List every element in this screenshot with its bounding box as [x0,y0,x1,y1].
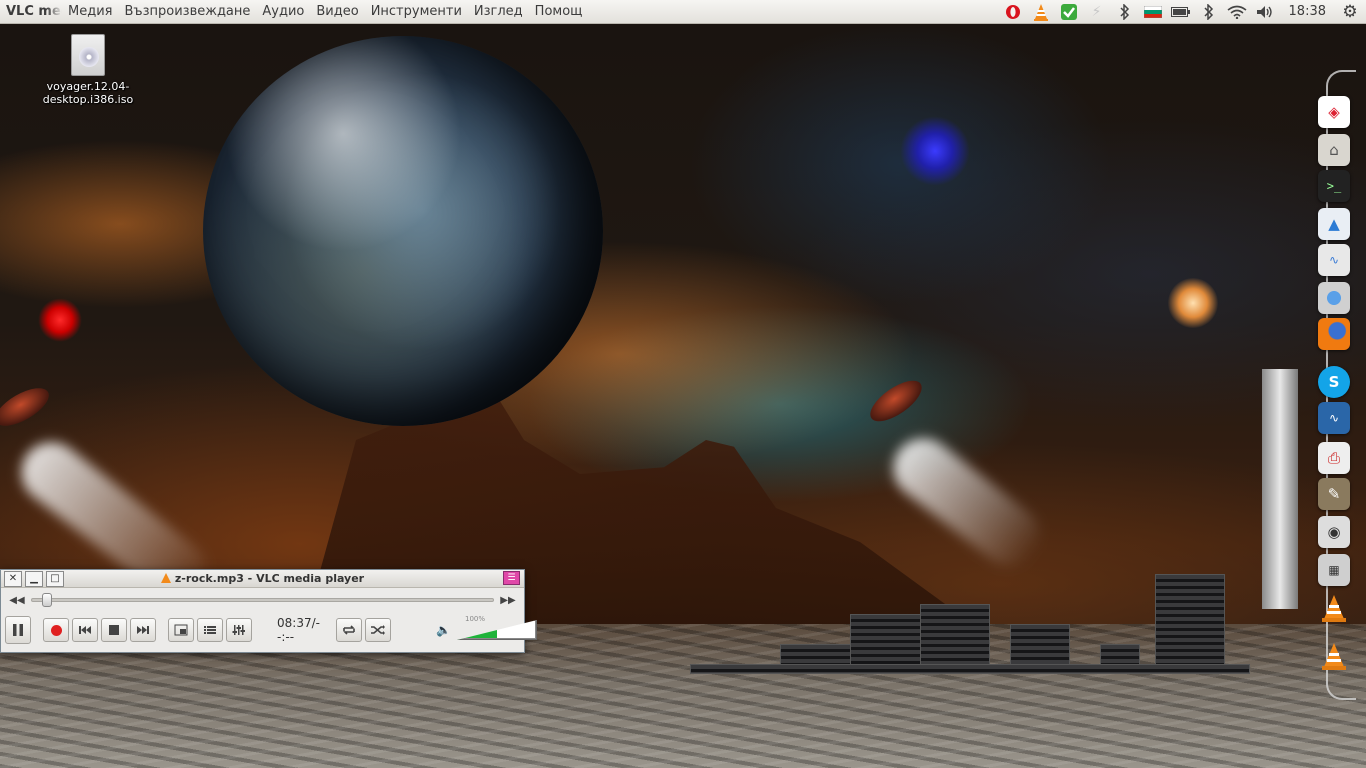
loop-button[interactable] [336,618,363,642]
opera-icon[interactable] [1001,2,1025,22]
previous-button[interactable] [72,618,98,642]
firefox-icon[interactable] [1318,318,1350,350]
calculator-icon[interactable]: ▦ [1318,554,1350,586]
wallpaper-blue-star [900,116,970,186]
wallpaper-tower [1262,369,1298,609]
volume-icon[interactable] [1253,2,1277,22]
shuffle-button[interactable] [365,618,392,642]
vlc-titlebar[interactable]: ✕ ▁ □ z-rock.mp3 - VLC media player ☰ [1,570,524,588]
wallpaper-planet [203,36,603,426]
desktop-file-label: voyager.12.04-desktop.i386.iso [42,80,134,106]
menu-view[interactable]: Изглед [468,4,529,19]
rewind-icon[interactable]: ◀◀ [7,595,27,606]
menu-media[interactable]: Медия [62,4,118,19]
seek-bar[interactable] [31,593,494,607]
top-panel: VLC media player Медия Възпроизвеждане А… [0,0,1366,24]
next-button[interactable] [130,618,156,642]
fullscreen-button[interactable] [168,618,194,642]
skype-icon[interactable]: S [1318,366,1350,398]
seek-row: ◀◀ ▶▶ [1,588,524,612]
menu-playback[interactable]: Възпроизвеждане [118,4,256,19]
seek-handle[interactable] [42,593,52,607]
playback-time[interactable]: 08:37/--:-- [277,616,326,644]
fullscreen-icon [174,624,188,636]
vlc-icon[interactable] [1318,640,1350,672]
wallpaper-ufo [0,380,55,434]
speaker-icon[interactable]: 🔈 [436,623,451,637]
previous-icon [79,626,91,634]
stop-button[interactable] [101,618,127,642]
record-icon [50,624,62,636]
vlc-window: ✕ ▁ □ z-rock.mp3 - VLC media player ☰ ◀◀… [0,569,537,653]
pause-icon [13,624,23,636]
loop-icon [343,625,355,635]
volume-percentage: 100% [464,615,485,623]
terminal-icon[interactable]: >_ [1318,170,1350,202]
playlist-button[interactable] [197,618,223,642]
vlc-cone-icon [160,573,171,583]
shuffle-icon [371,625,386,635]
maximize-window-button[interactable]: □ [46,570,64,587]
wallpaper-orange-star [1168,278,1218,328]
chromium-icon[interactable] [1318,282,1350,314]
wallpaper-red-star [38,298,82,342]
bluetooth-icon[interactable] [1113,2,1137,22]
screenshot-camera-icon[interactable]: ◉ [1318,516,1350,548]
disc-image-icon [71,34,105,76]
bluetooth-icon[interactable] [1197,2,1221,22]
volume-slider[interactable]: 100% [456,615,537,642]
home-folder-icon[interactable]: ⌂ [1318,134,1350,166]
control-row: 08:37/--:-- 🔈 100% [1,612,537,648]
printer-icon[interactable]: ⎙ [1318,442,1350,474]
menu-help[interactable]: Помощ [529,4,589,19]
desktop-file-iso[interactable]: voyager.12.04-desktop.i386.iso [18,34,158,106]
system-monitor-icon[interactable]: ∿ [1318,244,1350,276]
record-button[interactable] [43,618,69,642]
vlc-window-title: z-rock.mp3 - VLC media player [1,572,524,585]
arch-like-icon[interactable]: ▲ [1318,208,1350,240]
window-title-text: z-rock.mp3 - VLC media player [174,572,365,585]
clock[interactable]: 18:38 [1281,4,1334,19]
desktop-wallpaper [0,24,1366,768]
active-app-name: VLC media player [6,4,62,19]
minimize-window-button[interactable]: ▁ [25,570,43,587]
ubuntu-software-icon[interactable]: ◈ [1318,96,1350,128]
pause-button[interactable] [5,616,31,644]
gimp-icon[interactable]: ✎ [1318,478,1350,510]
menu-audio[interactable]: Аудио [256,4,310,19]
update-check-icon[interactable] [1057,2,1081,22]
settings-gear-icon[interactable]: ⚙ [1338,2,1362,22]
keyboard-layout-flag-icon[interactable] [1141,2,1165,22]
battery-icon[interactable] [1169,2,1193,22]
close-window-button[interactable]: ✕ [4,570,22,587]
next-icon [137,626,149,634]
vlc-icon[interactable] [1318,592,1350,624]
fast-forward-icon[interactable]: ▶▶ [498,595,518,606]
wallpaper-ufo [863,373,929,429]
vlc-cone-icon[interactable] [1029,2,1053,22]
playlist-icon [204,626,216,634]
wallpaper-city [690,544,1250,674]
extended-settings-button[interactable] [226,618,252,642]
stop-icon [109,625,119,635]
dock: ◈ ⌂ >_ ▲ ∿ S ∿ ⎙ ✎ ◉ ▦ [1314,70,1366,700]
system-tray: ⚡ 18:38 ⚙ [1001,2,1366,22]
wifi-icon[interactable] [1225,2,1249,22]
menu-tools[interactable]: Инструменти [365,4,468,19]
equalizer-icon [232,625,245,635]
menu-toggle-button[interactable]: ☰ [503,571,520,585]
power-icon[interactable]: ⚡ [1085,2,1109,22]
menu-video[interactable]: Видео [310,4,364,19]
activity-monitor-icon[interactable]: ∿ [1318,402,1350,434]
